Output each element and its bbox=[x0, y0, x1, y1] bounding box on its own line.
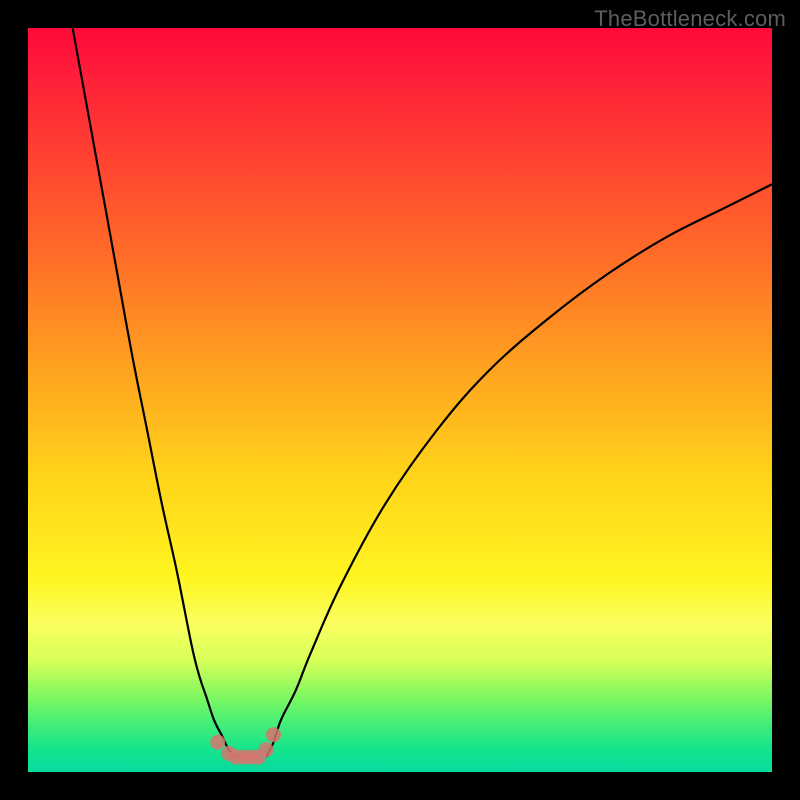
trough-dot bbox=[210, 735, 225, 750]
bottleneck-curve bbox=[28, 28, 772, 772]
watermark-text: TheBottleneck.com bbox=[594, 6, 786, 32]
curve-left-branch bbox=[73, 28, 237, 757]
trough-dot bbox=[259, 742, 274, 757]
curve-right-branch bbox=[266, 184, 772, 757]
trough-dot bbox=[266, 727, 281, 742]
plot-area bbox=[28, 28, 772, 772]
